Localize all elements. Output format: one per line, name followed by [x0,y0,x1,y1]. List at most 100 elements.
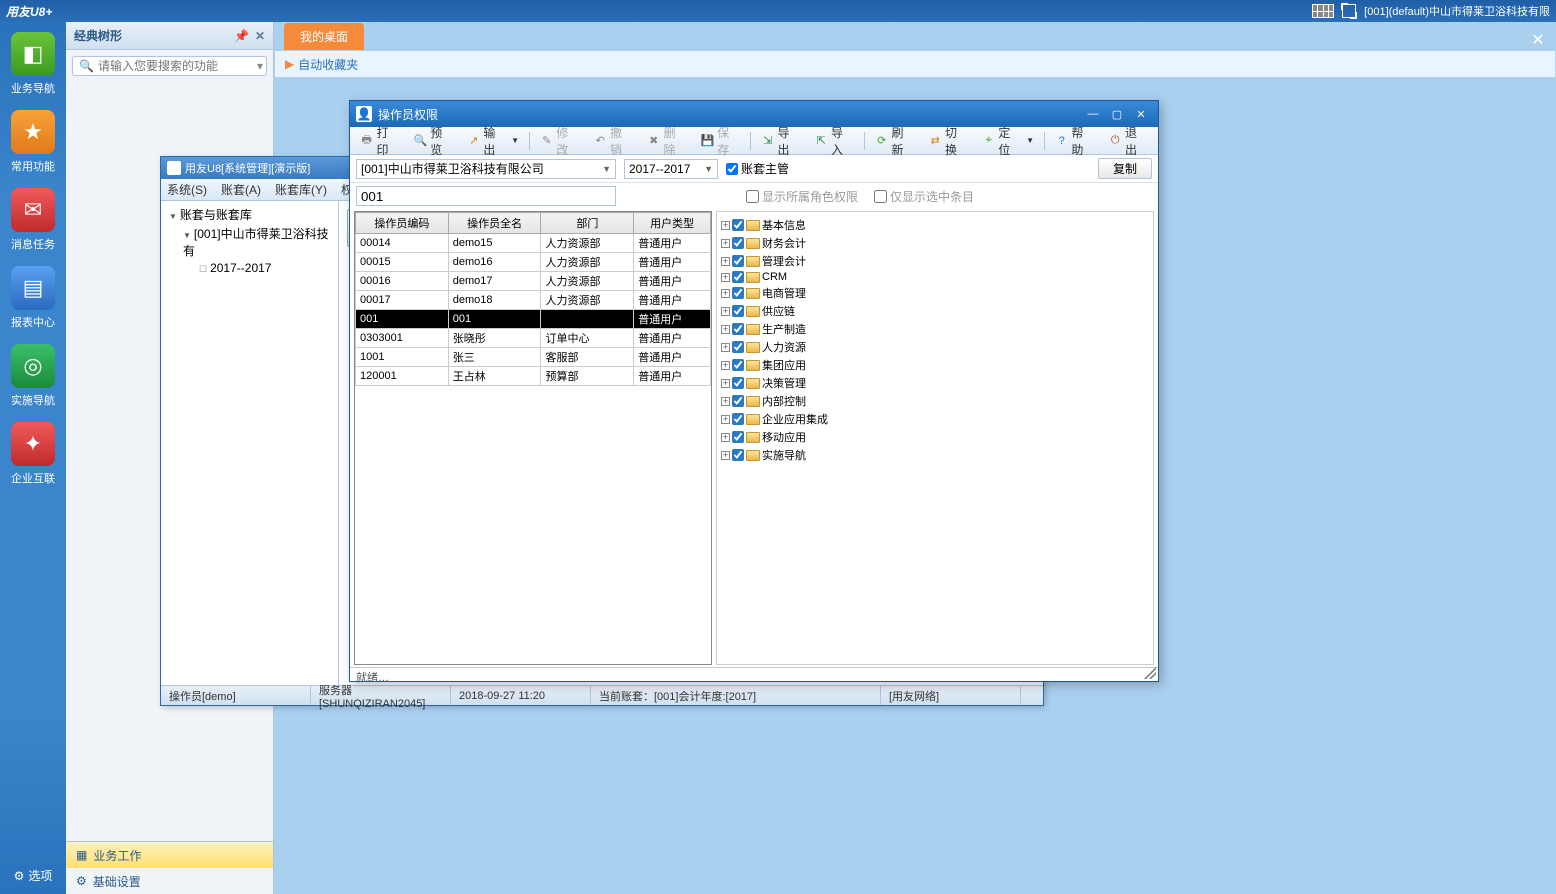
tb-export[interactable]: ⇲导出 [755,122,807,160]
permission-tree[interactable]: +基本信息+财务会计+管理会计+CRM+电商管理+供应链+生产制造+人力资源+集… [716,211,1154,665]
perm-node[interactable]: +管理会计 [721,252,1149,270]
tree-account[interactable]: [001]中山市得莱卫浴科技有 [165,224,334,260]
close-icon[interactable]: ✕ [255,29,265,43]
table-row[interactable]: 1001张三客服部普通用户 [356,348,711,367]
account-combo[interactable]: [001]中山市得莱卫浴科技有限公司▼ [356,159,616,179]
perm-node[interactable]: +供应链 [721,302,1149,320]
perm-node[interactable]: +实施导航 [721,446,1149,464]
grid-header[interactable]: 操作员全名 [448,213,541,234]
perm-node[interactable]: +电商管理 [721,284,1149,302]
tb-refresh[interactable]: ⟳刷新 [869,122,921,160]
tb-output[interactable]: ↗输出▼ [461,122,525,160]
footer-tab-settings[interactable]: ⚙基础设置 [66,868,273,894]
tab-desktop[interactable]: 我的桌面 [284,23,364,50]
perm-node[interactable]: +企业应用集成 [721,410,1149,428]
table-row[interactable]: 00017demo18人力资源部普通用户 [356,291,711,310]
perm-checkbox[interactable] [732,359,744,371]
perm-checkbox[interactable] [732,237,744,249]
expand-icon[interactable]: + [721,257,730,266]
search-box[interactable]: 🔍 ▾ [72,56,267,76]
menu-account[interactable]: 账套(A) [221,181,261,198]
rail-enterprise[interactable]: ✦企业互联 [11,422,55,486]
perm-node[interactable]: +CRM [721,270,1149,284]
table-row[interactable]: 00014demo15人力资源部普通用户 [356,234,711,253]
perm-node[interactable]: +决策管理 [721,374,1149,392]
expand-icon[interactable]: + [721,307,730,316]
minimize-button[interactable]: — [1082,106,1104,122]
perm-checkbox[interactable] [732,341,744,353]
copy-button[interactable]: 复制 [1098,158,1152,179]
perm-checkbox[interactable] [732,271,744,283]
perm-node[interactable]: +基本信息 [721,216,1149,234]
perm-checkbox[interactable] [732,255,744,267]
favorites-bar[interactable]: ▶ 自动收藏夹 [274,50,1556,78]
master-checkbox[interactable]: 账套主管 [726,160,789,177]
perm-checkbox[interactable] [732,431,744,443]
table-row[interactable]: 00016demo17人力资源部普通用户 [356,272,711,291]
tb-help[interactable]: ?帮助 [1049,122,1101,160]
expand-icon[interactable]: + [721,361,730,370]
perm-checkbox[interactable] [732,219,744,231]
grid-header[interactable]: 部门 [541,213,634,234]
table-row[interactable]: 0303001张晓彤订单中心普通用户 [356,329,711,348]
perm-checkbox[interactable] [732,449,744,461]
perm-checkbox[interactable] [732,413,744,425]
expand-icon[interactable]: + [721,273,730,282]
expand-icon[interactable]: + [721,289,730,298]
tb-exit[interactable]: ⏻退出 [1102,122,1154,160]
rail-impl[interactable]: ◎实施导航 [11,344,55,408]
expand-icon[interactable]: + [721,343,730,352]
search-input[interactable] [98,59,253,73]
tb-locate[interactable]: ⌖定位▼ [976,122,1040,160]
perm-node[interactable]: +人力资源 [721,338,1149,356]
perm-node[interactable]: +生产制造 [721,320,1149,338]
layout-grid-icon[interactable] [1312,4,1334,18]
expand-icon[interactable]: + [721,379,730,388]
year-combo[interactable]: 2017--2017▼ [624,159,718,179]
search-text-input[interactable] [356,186,616,206]
pin-icon[interactable]: 📌 [234,29,249,43]
perm-checkbox[interactable] [732,323,744,335]
rail-options[interactable]: ⚙选项 [14,867,53,884]
tb-preview[interactable]: 🔍预览 [408,122,460,160]
perm-node[interactable]: +内部控制 [721,392,1149,410]
rail-common[interactable]: ★常用功能 [11,110,55,174]
show-roles-checkbox[interactable]: 显示所属角色权限 [746,188,858,205]
close-button[interactable]: ✕ [1130,106,1152,122]
expand-icon[interactable]: + [721,451,730,460]
operator-grid[interactable]: 操作员编码操作员全名部门用户类型 00014demo15人力资源部普通用户000… [354,211,712,665]
maximize-button[interactable]: ▢ [1106,106,1128,122]
perm-node[interactable]: +移动应用 [721,428,1149,446]
expand-icon[interactable]: + [721,239,730,248]
tree-year[interactable]: 2017--2017 [165,260,334,276]
expand-icon[interactable]: + [721,433,730,442]
tb-switch[interactable]: ⇄切换 [923,122,975,160]
expand-icon[interactable]: + [721,415,730,424]
perm-checkbox[interactable] [732,395,744,407]
fullscreen-icon[interactable] [1342,4,1356,18]
grid-header[interactable]: 用户类型 [634,213,711,234]
tb-print[interactable]: 🖶打印 [354,122,406,160]
perm-checkbox[interactable] [732,377,744,389]
table-row[interactable]: 00015demo16人力资源部普通用户 [356,253,711,272]
expand-icon[interactable]: + [721,221,730,230]
perm-checkbox[interactable] [732,305,744,317]
rail-messages[interactable]: ✉消息任务 [11,188,55,252]
menu-system[interactable]: 系统(S) [167,181,207,198]
expand-icon[interactable]: + [721,325,730,334]
perm-node[interactable]: +集团应用 [721,356,1149,374]
chevron-down-icon[interactable]: ▾ [257,59,263,73]
table-row[interactable]: 001001普通用户 [356,310,711,329]
show-selected-checkbox[interactable]: 仅显示选中条目 [874,188,974,205]
menu-account-lib[interactable]: 账套库(Y) [275,181,327,198]
footer-tab-work[interactable]: ▦业务工作 [66,842,273,868]
rail-reports[interactable]: ▤报表中心 [11,266,55,330]
rail-biz-nav[interactable]: ◧业务导航 [11,32,55,96]
perm-checkbox[interactable] [732,287,744,299]
tb-import[interactable]: ⇱导入 [809,122,861,160]
grid-header[interactable]: 操作员编码 [356,213,449,234]
perm-node[interactable]: +财务会计 [721,234,1149,252]
resize-handle[interactable] [1144,667,1156,679]
tree-root[interactable]: 账套与账套库 [165,205,334,224]
expand-icon[interactable]: + [721,397,730,406]
